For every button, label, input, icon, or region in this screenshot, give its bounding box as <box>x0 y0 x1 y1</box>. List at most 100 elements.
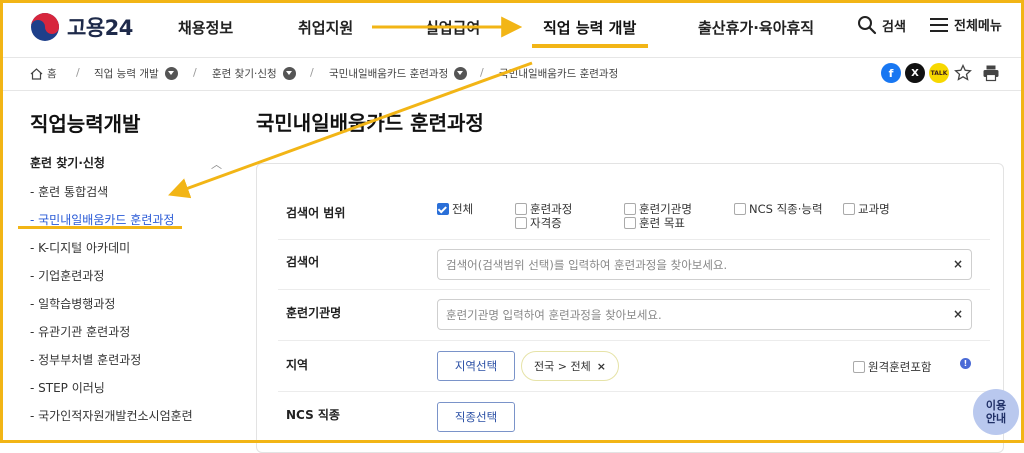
breadcrumb-item-3-label: 국민내일배움카드 훈련과정 <box>329 68 449 80</box>
scope-goal-label: 훈련 목표 <box>639 216 685 230</box>
keyword-field: × <box>437 249 972 280</box>
usage-guide-line2: 안내 <box>985 412 1007 425</box>
breadcrumb-separator: / <box>193 66 197 79</box>
checkbox-icon <box>843 203 855 215</box>
checkbox-icon <box>853 361 865 373</box>
breadcrumb-item-1-label: 직업 능력 개발 <box>94 68 159 80</box>
checkbox-icon <box>624 217 636 229</box>
scope-subject-label: 교과명 <box>858 202 890 216</box>
sidebar-item-government-ministries[interactable]: - 정부부처별 훈련과정 <box>30 351 141 368</box>
active-item-highlight <box>18 226 182 229</box>
sidebar-item-k-digital-academy[interactable]: - K-디지털 아카데미 <box>30 239 130 256</box>
scope-ncs-checkbox[interactable]: NCS 직종·능력 <box>734 201 823 217</box>
kakaotalk-icon: TALK <box>930 69 948 77</box>
region-select-button[interactable]: 지역선택 <box>437 351 515 381</box>
printer-icon <box>983 65 999 82</box>
print-button[interactable] <box>981 63 1001 83</box>
hamburger-icon <box>930 17 948 32</box>
breadcrumb-separator: / <box>310 66 314 79</box>
row-divider <box>278 391 990 392</box>
institution-field: × <box>437 299 972 330</box>
chevron-up-icon[interactable]: ︿ <box>211 156 222 172</box>
star-icon <box>954 64 972 81</box>
breadcrumb-item-2-label: 훈련 찾기·신청 <box>212 68 277 80</box>
scope-goal-checkbox[interactable]: 훈련 목표 <box>624 215 685 231</box>
breadcrumb-item-1[interactable]: 직업 능력 개발 <box>94 66 178 81</box>
row-divider <box>278 340 990 341</box>
region-chip: 전국 > 전체 × <box>521 351 619 381</box>
remove-chip-icon[interactable]: × <box>597 360 606 373</box>
ncs-label: NCS 직종 <box>286 408 340 422</box>
sidebar-section-training-search[interactable]: 훈련 찾기·신청 <box>30 154 105 171</box>
kakaotalk-share-button[interactable]: TALK <box>929 63 949 83</box>
clear-icon[interactable]: × <box>953 257 963 271</box>
remote-training-checkbox[interactable]: 원격훈련포함 <box>853 359 931 375</box>
breadcrumb-current-label: 국민내일배움카드 훈련과정 <box>499 68 619 80</box>
nav-employment-support[interactable]: 취업지원 <box>298 17 353 38</box>
search-icon <box>858 16 877 35</box>
nav-parental-leave[interactable]: 출산휴가·육아휴직 <box>698 17 814 38</box>
ncs-select-button[interactable]: 직종선택 <box>437 402 515 432</box>
usage-guide-line1: 이용 <box>985 398 1007 412</box>
region-chip-label: 전국 > 전체 <box>534 360 591 373</box>
sidebar-item-corporate-training[interactable]: - 기업훈련과정 <box>30 267 104 284</box>
breadcrumb-separator: / <box>480 66 484 79</box>
logo[interactable]: 고용24 <box>30 12 133 42</box>
home-icon <box>30 67 43 80</box>
chevron-down-icon <box>164 67 178 80</box>
checkbox-icon <box>734 203 746 215</box>
search-label: 검색 <box>882 19 906 35</box>
scope-certificate-label: 자격증 <box>530 216 562 230</box>
breadcrumb-item-2[interactable]: 훈련 찾기·신청 <box>212 66 296 81</box>
nav-active-underline <box>532 44 648 48</box>
scope-all-checkbox[interactable]: 전체 <box>437 201 473 217</box>
all-menu-button[interactable]: 전체메뉴 <box>929 15 1002 34</box>
page-title: 국민내일배움카드 훈련과정 <box>256 111 484 135</box>
nav-unemployment-benefits[interactable]: 실업급여 <box>425 17 480 38</box>
breadcrumb-separator: / <box>76 66 80 79</box>
facebook-share-button[interactable]: f <box>881 63 901 83</box>
sidebar-item-step-elearning[interactable]: - STEP 이러닝 <box>30 379 105 396</box>
sidebar-title: 직업능력개발 <box>30 112 141 136</box>
breadcrumb-item-3[interactable]: 국민내일배움카드 훈련과정 <box>329 66 468 81</box>
keyword-input[interactable] <box>438 250 938 279</box>
sidebar-item-work-study[interactable]: - 일학습병행과정 <box>30 295 115 312</box>
breadcrumb-home-label: 홈 <box>47 68 57 80</box>
facebook-icon: f <box>888 66 894 80</box>
keyword-label: 검색어 <box>286 255 320 269</box>
bookmark-button[interactable] <box>953 63 973 83</box>
sidebar-item-consortium-training[interactable]: - 국가인적자원개발컨소시엄훈련 <box>30 407 193 424</box>
checkbox-icon <box>624 203 636 215</box>
row-divider <box>278 289 990 290</box>
x-share-button[interactable]: X <box>905 63 925 83</box>
chevron-down-icon <box>282 67 296 80</box>
nav-vocational-training[interactable]: 직업 능력 개발 <box>543 17 636 38</box>
usage-guide-button[interactable]: 이용 안내 <box>973 389 1019 435</box>
checkbox-icon <box>515 217 527 229</box>
checkbox-icon <box>515 203 527 215</box>
clear-icon[interactable]: × <box>953 307 963 321</box>
scope-subject-checkbox[interactable]: 교과명 <box>843 201 890 217</box>
breadcrumb-home[interactable]: 홈 <box>30 66 57 81</box>
row-divider <box>278 239 990 240</box>
logo-text: 고용24 <box>67 16 133 40</box>
breadcrumb-current: 국민내일배움카드 훈련과정 <box>499 66 618 81</box>
remote-training-label: 원격훈련포함 <box>868 360 932 374</box>
region-label: 지역 <box>286 358 309 372</box>
nav-job-info[interactable]: 채용정보 <box>178 17 233 38</box>
chevron-down-icon <box>454 67 468 80</box>
scope-all-label: 전체 <box>452 202 474 216</box>
x-icon: X <box>911 67 919 79</box>
scope-ncs-label: NCS 직종·능력 <box>749 202 823 216</box>
institution-input[interactable] <box>438 300 938 329</box>
checkbox-checked-icon <box>437 203 449 215</box>
search-button[interactable]: 검색 <box>857 15 906 35</box>
sidebar-item-integrated-search[interactable]: - 훈련 통합검색 <box>30 183 108 200</box>
taegeuk-logo-icon <box>31 13 59 41</box>
sidebar-item-related-institutions[interactable]: - 유관기관 훈련과정 <box>30 323 130 340</box>
info-icon[interactable]: ! <box>960 358 971 369</box>
scope-label: 검색어 범위 <box>286 206 346 220</box>
top-header: 고용24 채용정보 취업지원 실업급여 직업 능력 개발 출산휴가·육아휴직 검… <box>0 0 1024 56</box>
scope-certificate-checkbox[interactable]: 자격증 <box>515 215 562 231</box>
institution-label: 훈련기관명 <box>286 306 342 320</box>
